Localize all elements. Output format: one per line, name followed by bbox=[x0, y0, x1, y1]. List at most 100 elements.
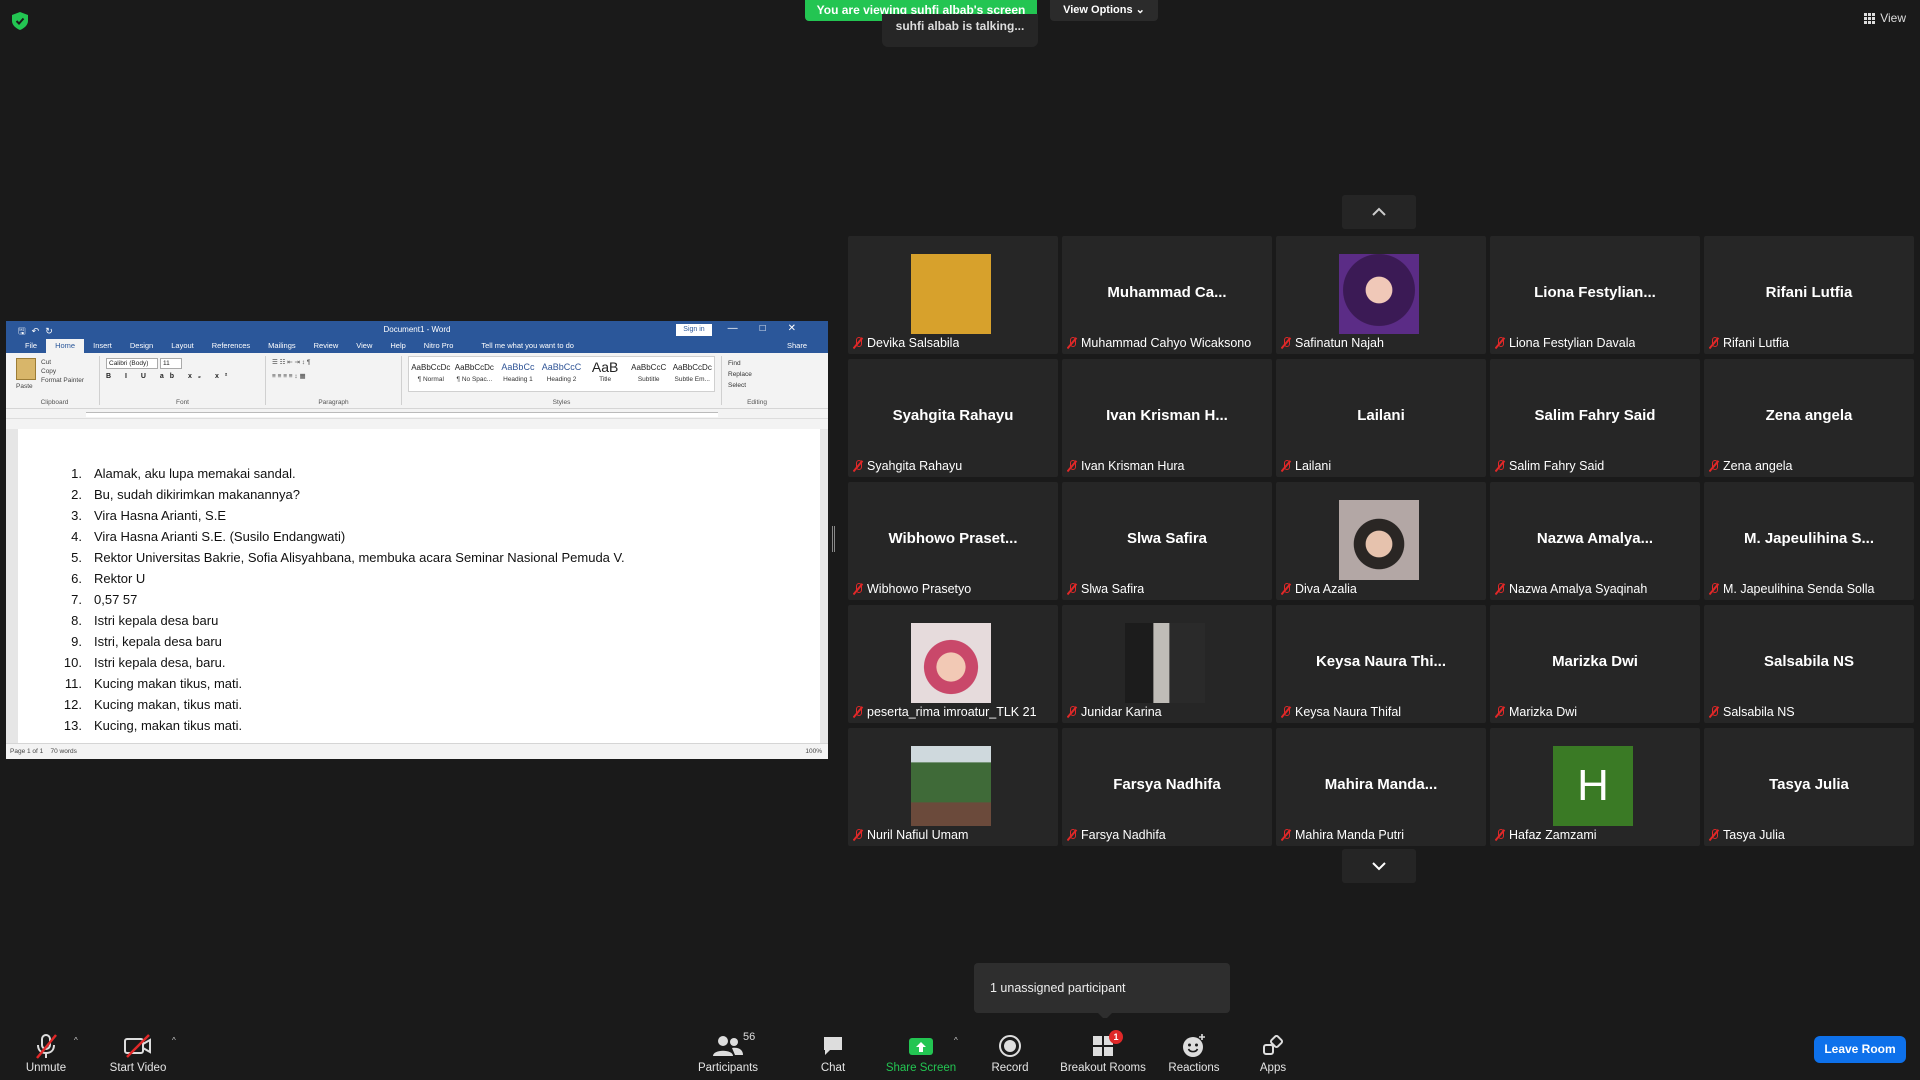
muted-microphone-icon bbox=[853, 460, 863, 472]
leave-room-button[interactable]: Leave Room bbox=[1814, 1036, 1906, 1063]
style-title: AaB Title bbox=[585, 359, 625, 389]
share-options-caret-icon[interactable]: ^ bbox=[954, 1036, 958, 1045]
list-number: 11. bbox=[64, 676, 82, 691]
muted-microphone-icon bbox=[853, 706, 863, 718]
muted-microphone-icon bbox=[1067, 583, 1077, 595]
avatar: H bbox=[1553, 746, 1633, 826]
participant-tile[interactable]: Zena angela Zena angela bbox=[1704, 359, 1914, 477]
reactions-button[interactable]: Reactions bbox=[1164, 1018, 1224, 1080]
participant-tile[interactable]: Rifani Lutfia Rifani Lutfia bbox=[1704, 236, 1914, 354]
chevron-down-icon bbox=[1372, 862, 1386, 871]
participant-tile[interactable]: Diva Azalia bbox=[1276, 482, 1486, 600]
participant-name-label: Diva Azalia bbox=[1281, 581, 1357, 597]
view-button[interactable]: View bbox=[1864, 11, 1906, 25]
participant-tile[interactable]: Devika Salsabila bbox=[848, 236, 1058, 354]
list-number: 12. bbox=[63, 697, 82, 712]
muted-microphone-icon bbox=[1495, 460, 1505, 472]
paste-icon bbox=[16, 358, 36, 380]
list-number: 1. bbox=[71, 466, 82, 481]
start-video-button[interactable]: Start Video bbox=[106, 1018, 170, 1080]
participant-name-label: Liona Festylian Davala bbox=[1495, 335, 1635, 351]
participant-tile[interactable]: Keysa Naura Thi... Keysa Naura Thifal bbox=[1276, 605, 1486, 723]
participant-tile[interactable]: Nuril Nafiul Umam bbox=[848, 728, 1058, 846]
participant-tile[interactable]: Marizka Dwi Marizka Dwi bbox=[1490, 605, 1700, 723]
participant-name-label: Syahgita Rahayu bbox=[853, 458, 962, 474]
participant-name-label: peserta_rima imroatur_TLK 21 bbox=[853, 704, 1037, 720]
participant-name-label: Nazwa Amalya Syaqinah bbox=[1495, 581, 1647, 597]
participant-tile[interactable]: Junidar Karina bbox=[1062, 605, 1272, 723]
meeting-toolbar: Unmute ^ Start Video ^ Participants 56 C… bbox=[0, 1018, 1920, 1080]
record-button[interactable]: Record bbox=[986, 1018, 1034, 1080]
participant-name: Mahira Manda Putri bbox=[1295, 828, 1405, 842]
participants-button[interactable]: Participants bbox=[694, 1018, 762, 1080]
gallery-prev-page-button[interactable] bbox=[1342, 195, 1416, 229]
clipboard-group: Paste Cut Copy Format Painter Clipboard bbox=[10, 356, 100, 406]
style-name: Title bbox=[599, 376, 612, 383]
word-tab-file: File bbox=[25, 341, 38, 350]
word-tab-home: Home bbox=[46, 339, 85, 353]
audio-options-caret-icon[interactable]: ^ bbox=[74, 1036, 78, 1045]
unassigned-participant-tooltip: 1 unassigned participant bbox=[974, 963, 1230, 1020]
share-screen-button[interactable]: Share Screen bbox=[882, 1018, 960, 1080]
muted-microphone-icon bbox=[1709, 829, 1719, 841]
participant-tile[interactable]: Salsabila NS Salsabila NS bbox=[1704, 605, 1914, 723]
apps-button[interactable]: Apps bbox=[1254, 1018, 1292, 1080]
page-count: Page 1 of 1 bbox=[10, 748, 44, 755]
participant-name-label: Junidar Karina bbox=[1067, 704, 1162, 720]
styles-group-label: Styles bbox=[552, 399, 571, 406]
participant-tile[interactable]: Mahira Manda... Mahira Manda Putri bbox=[1276, 728, 1486, 846]
breakout-rooms-button[interactable]: 1 Breakout Rooms bbox=[1058, 1018, 1148, 1080]
participant-tile[interactable]: M. Japeulihina S... M. Japeulihina Senda … bbox=[1704, 482, 1914, 600]
participant-tile[interactable]: Ivan Krisman H... Ivan Krisman Hura bbox=[1062, 359, 1272, 477]
zoom-level: 100% bbox=[805, 748, 822, 755]
breakout-rooms-badge: 1 bbox=[1109, 1030, 1123, 1044]
muted-microphone-icon bbox=[32, 1032, 60, 1060]
participant-tile[interactable]: Safinatun Najah bbox=[1276, 236, 1486, 354]
word-tab-help: Help bbox=[390, 341, 406, 350]
view-options-button[interactable]: View Options ⌄ bbox=[1050, 0, 1158, 21]
muted-microphone-icon bbox=[1281, 337, 1291, 349]
avatar bbox=[1339, 254, 1419, 334]
participant-tile[interactable]: peserta_rima imroatur_TLK 21 bbox=[848, 605, 1058, 723]
participant-tile[interactable]: Slwa Safira Slwa Safira bbox=[1062, 482, 1272, 600]
unmute-button[interactable]: Unmute bbox=[18, 1018, 74, 1080]
word-tab-references: References bbox=[211, 341, 251, 350]
word-ribbon: Paste Cut Copy Format Painter Clipboard … bbox=[6, 353, 828, 409]
style-preview: AaBbCcDc bbox=[411, 363, 451, 372]
gallery-next-page-button[interactable] bbox=[1342, 849, 1416, 883]
style-subtle-emphasis: AaBbCcDc Subtle Em... bbox=[672, 359, 712, 389]
list-number: 6. bbox=[71, 571, 82, 586]
participant-name: M. Japeulihina Senda Solla bbox=[1723, 582, 1875, 596]
participant-display-name: Keysa Naura Thi... bbox=[1315, 653, 1447, 670]
list-text: Bu, sudah dikirimkan makanannya? bbox=[94, 487, 300, 502]
participant-tile[interactable]: Farsya Nadhifa Farsya Nadhifa bbox=[1062, 728, 1272, 846]
security-shield-icon[interactable] bbox=[12, 12, 28, 30]
participant-tile[interactable]: Tasya Julia Tasya Julia bbox=[1704, 728, 1914, 846]
participant-display-name: Nazwa Amalya... bbox=[1536, 530, 1654, 547]
word-status-bar: Page 1 of 1 70 words 100% bbox=[6, 743, 828, 759]
list-item: 11. Kucing makan tikus, mati. bbox=[62, 673, 625, 694]
participant-name: Hafaz Zamzami bbox=[1509, 828, 1597, 842]
video-options-caret-icon[interactable]: ^ bbox=[172, 1036, 176, 1045]
splitter-handle[interactable] bbox=[832, 526, 835, 552]
chat-button[interactable]: Chat bbox=[812, 1018, 854, 1080]
muted-microphone-icon bbox=[1067, 829, 1077, 841]
participant-tile[interactable]: Lailani Lailani bbox=[1276, 359, 1486, 477]
participant-tile[interactable]: Salim Fahry Said Salim Fahry Said bbox=[1490, 359, 1700, 477]
participant-name: Marizka Dwi bbox=[1509, 705, 1578, 719]
word-tab-review: Review bbox=[313, 341, 339, 350]
participant-tile[interactable]: H Hafaz Zamzami bbox=[1490, 728, 1700, 846]
participant-tile[interactable]: Wibhowo Praset... Wibhowo Prasetyo bbox=[848, 482, 1058, 600]
participant-tile[interactable]: Liona Festylian... Liona Festylian Davala bbox=[1490, 236, 1700, 354]
start-video-label: Start Video bbox=[109, 1062, 167, 1074]
participant-tile[interactable]: Muhammad Ca... Muhammad Cahyo Wicaksono bbox=[1062, 236, 1272, 354]
muted-microphone-icon bbox=[1709, 460, 1719, 472]
word-tab-design: Design bbox=[129, 341, 154, 350]
style-preview: AaBbCcDc bbox=[454, 363, 494, 372]
list-item: 8. Istri kepala desa baru bbox=[62, 610, 625, 631]
chat-label: Chat bbox=[820, 1062, 846, 1074]
participant-name: Lailani bbox=[1295, 459, 1332, 473]
list-item: 2. Bu, sudah dikirimkan makanannya? bbox=[62, 484, 625, 505]
participant-tile[interactable]: Syahgita Rahayu Syahgita Rahayu bbox=[848, 359, 1058, 477]
participant-tile[interactable]: Nazwa Amalya... Nazwa Amalya Syaqinah bbox=[1490, 482, 1700, 600]
